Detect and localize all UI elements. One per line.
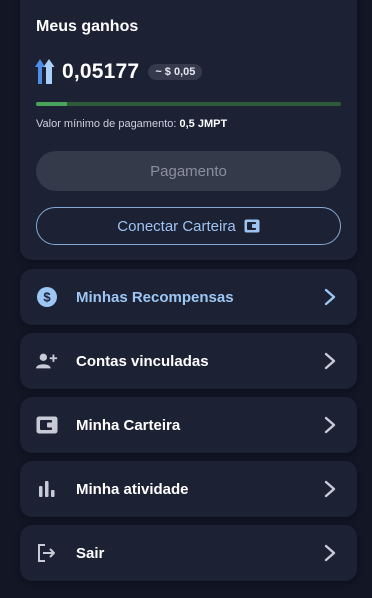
wallet-icon — [36, 414, 58, 436]
logout-icon — [36, 542, 58, 564]
min-payment-text: Valor mínimo de pagamento: 0,5 JMPT — [36, 118, 227, 130]
menu-item-label: Minha Carteira — [76, 416, 181, 434]
menu-item-label: Minhas Recompensas — [76, 288, 234, 306]
earnings-title: Meus ganhos — [36, 18, 139, 35]
menu-item-label: Sair — [76, 544, 105, 562]
chevron-right-icon — [324, 480, 336, 498]
chevron-right-icon — [324, 544, 336, 562]
chevron-right-icon — [324, 416, 336, 434]
menu-item-logout[interactable]: Sair — [20, 525, 357, 581]
connect-wallet-button[interactable]: Conectar Carteira — [36, 207, 341, 245]
usd-value-badge: ~ $ 0,05 — [148, 64, 203, 80]
payment-button[interactable]: Pagamento — [36, 151, 341, 191]
earnings-amount-row: 0,05177 ~ $ 0,05 — [34, 58, 203, 86]
payment-progress-fill — [36, 102, 67, 106]
min-payment-label: Valor mínimo de pagamento: — [36, 118, 177, 130]
chevron-right-icon — [324, 352, 336, 370]
menu-item-my-wallet[interactable]: Minha Carteira — [20, 397, 357, 453]
chevron-right-icon — [324, 288, 336, 306]
bar-chart-icon — [36, 478, 58, 500]
person-add-icon — [36, 350, 58, 372]
connect-wallet-label: Conectar Carteira — [117, 217, 236, 235]
wallet-icon — [244, 219, 260, 233]
menu-item-my-rewards[interactable]: $ Minhas Recompensas — [20, 269, 357, 325]
menu-item-label: Minha atividade — [76, 480, 189, 498]
dollar-circle-icon: $ — [36, 286, 58, 308]
svg-text:$: $ — [43, 290, 51, 305]
jumptask-logo-icon — [35, 59, 55, 84]
min-payment-value: 0,5 JMPT — [179, 118, 228, 130]
menu-item-my-activity[interactable]: Minha atividade — [20, 461, 357, 517]
earnings-amount: 0,05177 — [62, 60, 140, 83]
menu-item-label: Contas vinculadas — [76, 352, 209, 370]
payment-progress-bar — [36, 102, 341, 106]
earnings-card: Meus ganhos 0,05177 ~ $ 0,05 Valor mínim… — [20, 0, 357, 260]
menu-item-linked-accounts[interactable]: Contas vinculadas — [20, 333, 357, 389]
